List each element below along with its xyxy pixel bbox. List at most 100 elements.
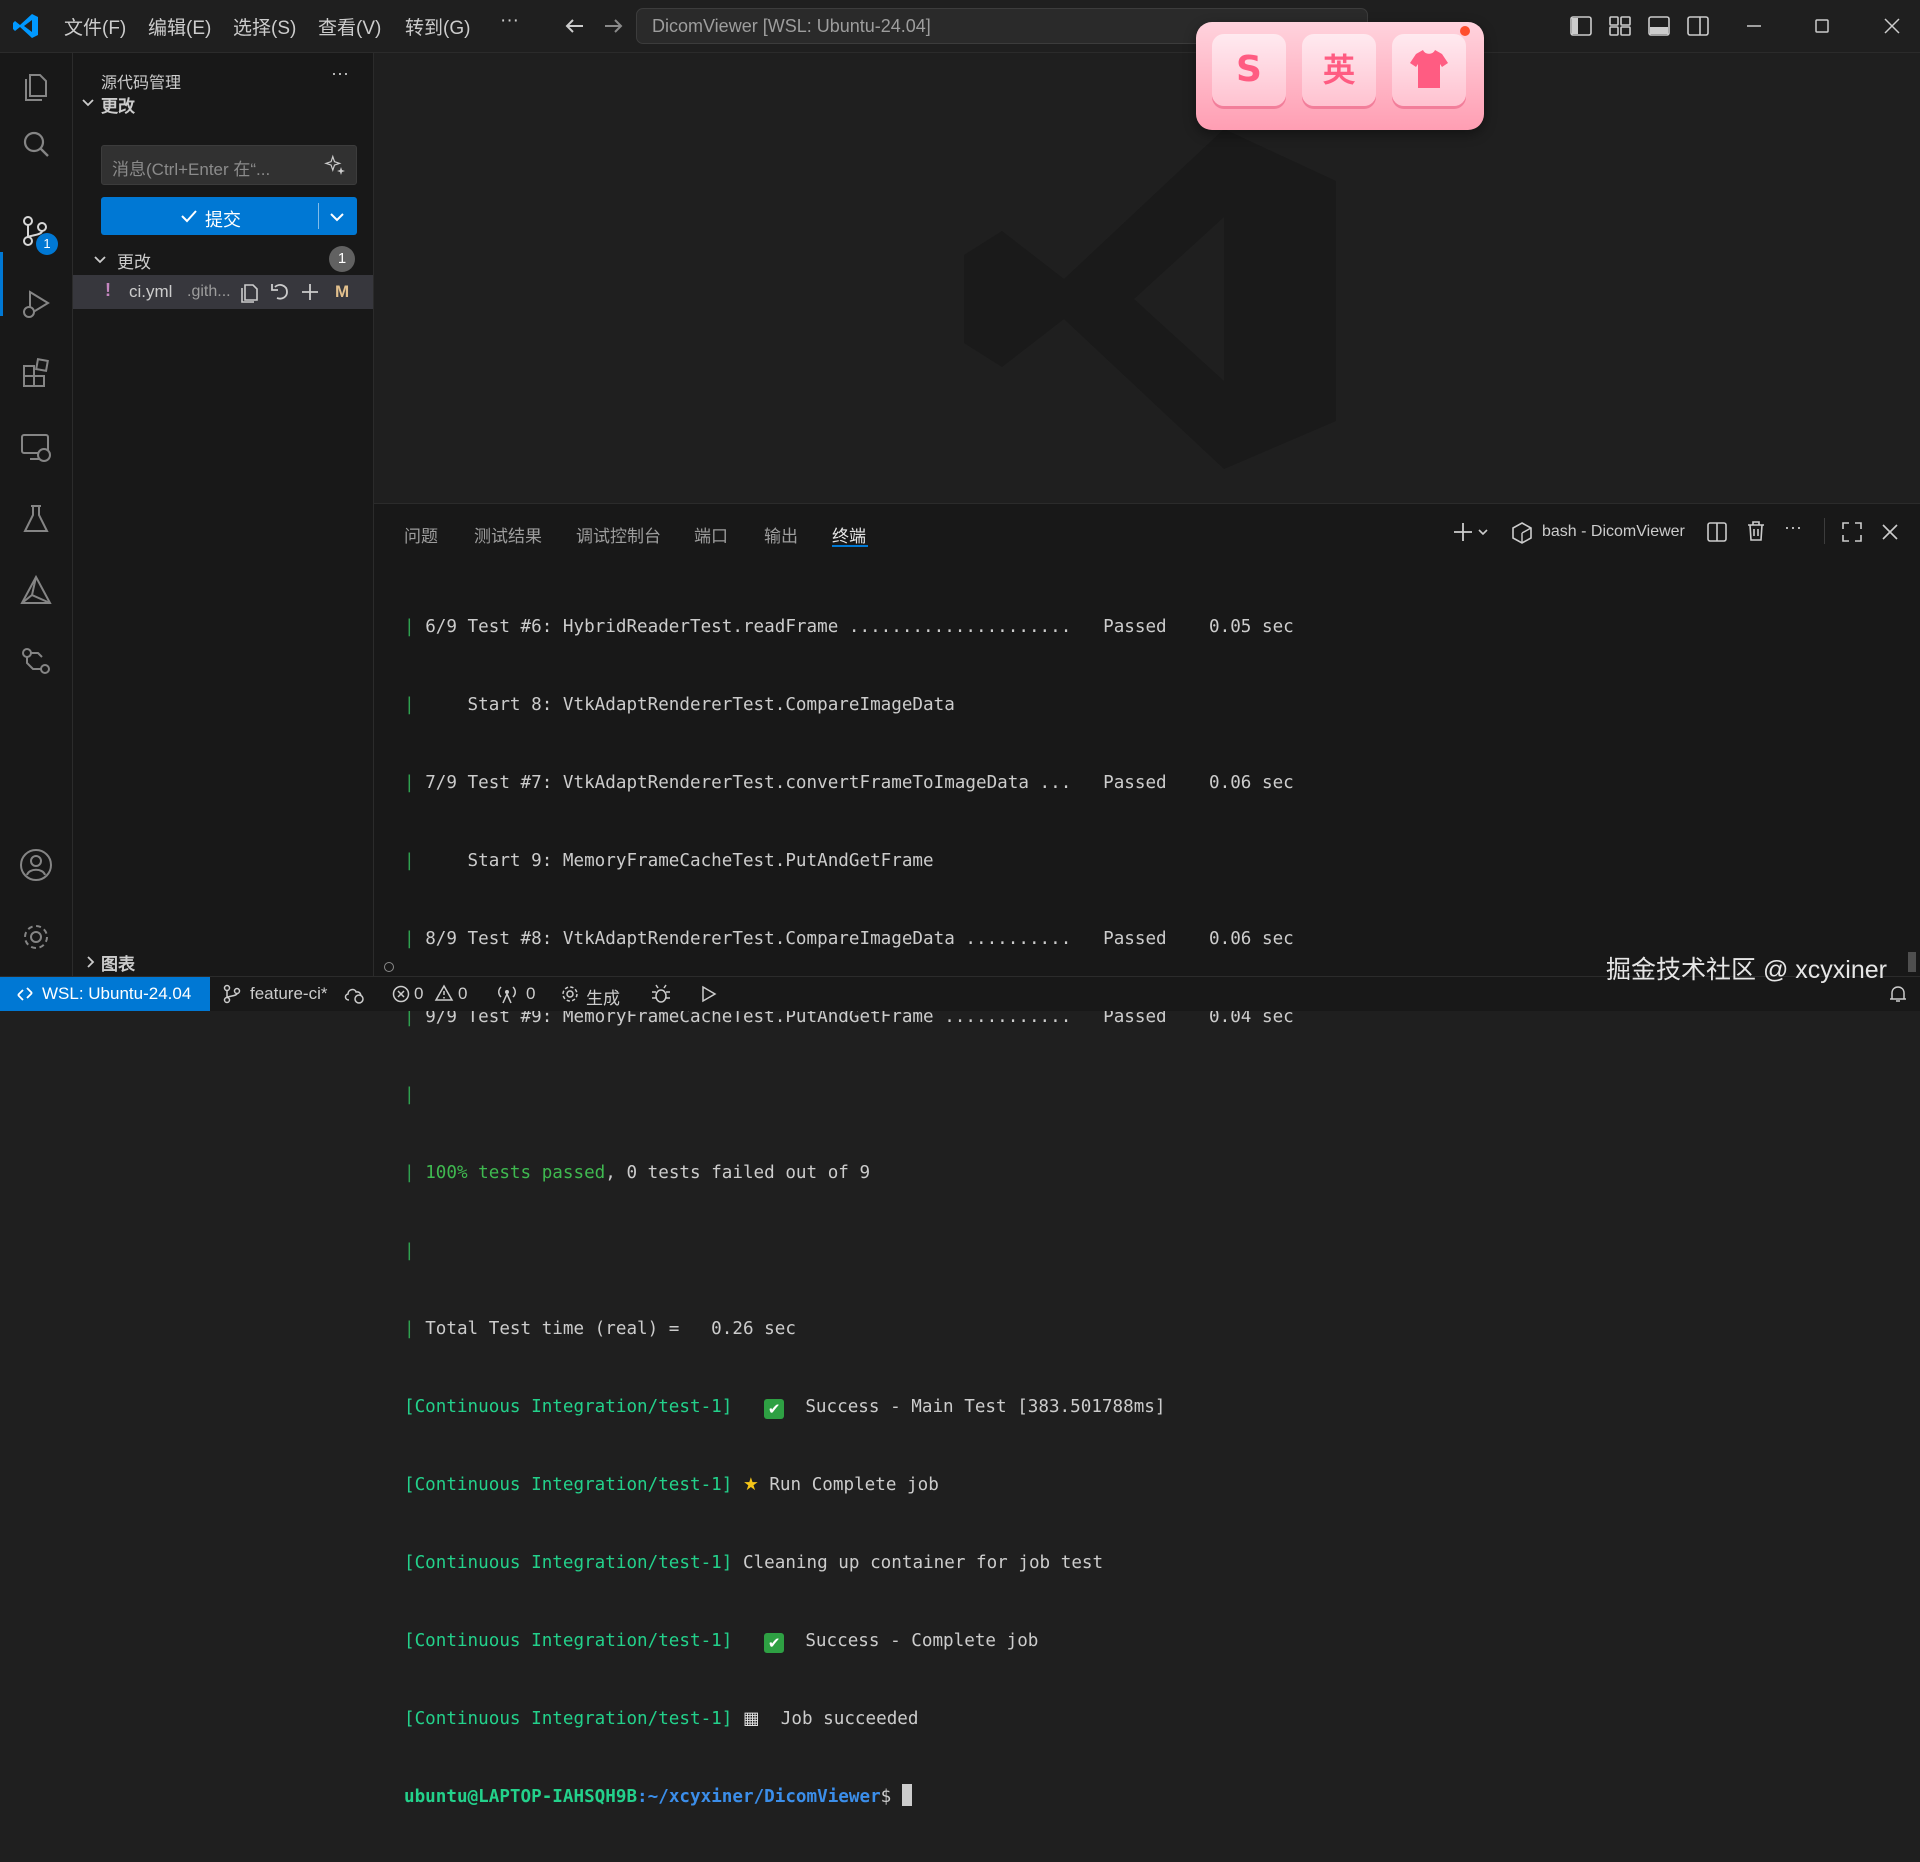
error-count[interactable]: 0 (414, 984, 423, 1004)
sparkle-icon[interactable] (324, 154, 346, 176)
terminal-line: [Continuous Integration/test-1] ▦ Job su… (404, 1709, 919, 1729)
tab-ports[interactable]: 端口 (694, 522, 728, 547)
commit-dropdown-chevron-icon[interactable] (327, 207, 347, 227)
toggle-panel-icon[interactable] (1646, 13, 1672, 39)
warning-count[interactable]: 0 (458, 984, 467, 1004)
ports-antenna-icon[interactable] (496, 984, 518, 1004)
terminal-prompt-line: ubuntu@LAPTOP-IAHSQH9B:~/xcyxiner/DicomV… (404, 1784, 1294, 1810)
file-name: ci.yml (129, 282, 173, 301)
tab-output[interactable]: 输出 (764, 522, 798, 547)
open-file-icon[interactable] (239, 281, 261, 303)
ports-count[interactable]: 0 (526, 984, 535, 1004)
ime-language-key[interactable]: 英 (1302, 34, 1376, 106)
run-debug-icon[interactable] (18, 286, 54, 322)
menu-view[interactable]: 查看(V) (318, 13, 381, 40)
toggle-primary-sidebar-icon[interactable] (1568, 13, 1594, 39)
commit-button-label: 提交 (205, 210, 241, 230)
git-graph-icon[interactable] (18, 643, 54, 679)
terminal-instance-name[interactable]: bash - DicomViewer (1542, 523, 1685, 541)
notifications-bell-icon[interactable] (1888, 984, 1908, 1004)
commit-button[interactable]: 提交 (101, 197, 357, 235)
terminal-line: | 100% tests passed, 0 tests failed out … (404, 1163, 871, 1183)
panel-actions-divider (1824, 518, 1825, 544)
terminal-output[interactable]: | 6/9 Test #6: HybridReaderTest.readFram… (404, 562, 1294, 1862)
testing-flask-icon[interactable] (18, 501, 54, 537)
account-icon[interactable] (18, 847, 54, 883)
changed-file-row[interactable]: ! ci.yml .gith... M (73, 275, 373, 309)
terminal-scrollbar[interactable] (1908, 562, 1916, 972)
commit-split-divider (318, 203, 319, 229)
run-play-icon[interactable] (698, 984, 718, 1004)
graph-section-label[interactable]: 图表 (101, 950, 135, 975)
stage-changes-plus-icon[interactable] (299, 281, 321, 303)
tab-test-results[interactable]: 测试结果 (474, 522, 542, 547)
build-gear-icon[interactable] (560, 984, 580, 1004)
build-label[interactable]: 生成 (586, 984, 620, 1009)
warning-icon[interactable] (434, 984, 454, 1002)
customize-layout-icon[interactable] (1607, 13, 1633, 39)
maximize-window-icon[interactable] (1809, 13, 1835, 39)
menu-edit[interactable]: 编辑(E) (148, 13, 211, 40)
git-branch-icon (222, 984, 242, 1004)
forward-arrow-icon[interactable] (600, 13, 626, 39)
toggle-secondary-sidebar-icon[interactable] (1685, 13, 1711, 39)
terminal-scrollbar-thumb[interactable] (1908, 952, 1916, 972)
menu-more[interactable]: ··· (500, 10, 519, 32)
terminal-line: | Total Test time (real) = 0.26 sec (404, 1319, 796, 1339)
ime-skin-shirt-icon[interactable] (1392, 34, 1466, 106)
remote-indicator[interactable]: WSL: Ubuntu-24.04 (0, 977, 210, 1011)
menu-file[interactable]: 文件(F) (64, 13, 126, 40)
remote-explorer-icon[interactable] (18, 429, 54, 465)
search-icon[interactable] (18, 127, 54, 163)
terminal-profile-icon (1512, 522, 1532, 544)
tab-debug-console[interactable]: 调试控制台 (576, 522, 661, 547)
terminal-line: | (404, 1085, 415, 1105)
editor-area (374, 53, 1920, 503)
command-decoration-icon[interactable] (384, 962, 394, 972)
changes-chevron-down-icon[interactable] (91, 250, 109, 268)
cmake-icon[interactable] (18, 573, 54, 609)
git-branch-label[interactable]: feature-ci* (250, 984, 327, 1004)
back-arrow-icon[interactable] (562, 13, 588, 39)
chevron-down-icon[interactable] (79, 93, 97, 111)
settings-gear-icon[interactable] (18, 919, 54, 955)
menu-selection[interactable]: 选择(S) (233, 13, 296, 40)
title-bar: 文件(F) 编辑(E) 选择(S) 查看(V) 转到(G) ··· DicomV… (0, 0, 1920, 53)
terminal-line: [Continuous Integration/test-1] ★ Run Co… (404, 1475, 939, 1495)
terminal-line: | Start 9: MemoryFrameCacheTest.PutAndGe… (404, 851, 934, 871)
bottom-panel: 问题 测试结果 调试控制台 端口 输出 终端 bash - DicomViewe… (374, 503, 1920, 1807)
discard-changes-icon[interactable] (269, 281, 291, 303)
terminal-dropdown-chevron-icon[interactable] (1476, 525, 1490, 539)
terminal-cursor (901, 1784, 912, 1806)
repo-section-label[interactable]: 更改 (101, 92, 135, 117)
scm-count-badge: 1 (36, 233, 58, 255)
minimize-window-icon[interactable] (1741, 13, 1767, 39)
menu-go[interactable]: 转到(G) (405, 13, 470, 40)
tab-problems[interactable]: 问题 (404, 522, 438, 547)
file-path: .gith... (187, 283, 231, 300)
close-window-icon[interactable] (1879, 13, 1905, 39)
panel-more-actions[interactable]: ··· (1784, 517, 1802, 538)
new-terminal-plus-icon[interactable] (1452, 521, 1474, 543)
split-terminal-icon[interactable] (1705, 520, 1729, 544)
sync-cloud-icon[interactable] (343, 984, 367, 1004)
error-icon[interactable] (392, 985, 410, 1003)
terminal-line: | 7/9 Test #7: VtkAdaptRendererTest.conv… (404, 773, 1294, 793)
sidebar-more-button[interactable]: ··· (331, 63, 349, 84)
maximize-panel-icon[interactable] (1840, 520, 1864, 544)
changes-count-badge: 1 (329, 246, 355, 272)
activity-bar: 1 (0, 53, 73, 976)
commit-message-input[interactable]: 消息(Ctrl+Enter 在“... (101, 145, 357, 185)
extensions-icon[interactable] (18, 356, 54, 392)
ime-toolbar[interactable]: S 英 (1196, 22, 1484, 130)
debug-bug-icon[interactable] (650, 983, 672, 1005)
ime-logo-key[interactable]: S (1212, 34, 1286, 106)
tab-terminal[interactable]: 终端 (832, 522, 866, 547)
graph-chevron-right-icon[interactable] (81, 953, 99, 971)
explorer-icon[interactable] (18, 69, 54, 105)
changes-group-label[interactable]: 更改 (117, 248, 151, 273)
remote-icon (16, 985, 34, 1003)
active-tab-underline (832, 545, 868, 547)
close-panel-icon[interactable] (1878, 520, 1902, 544)
kill-terminal-trash-icon[interactable] (1744, 519, 1768, 543)
